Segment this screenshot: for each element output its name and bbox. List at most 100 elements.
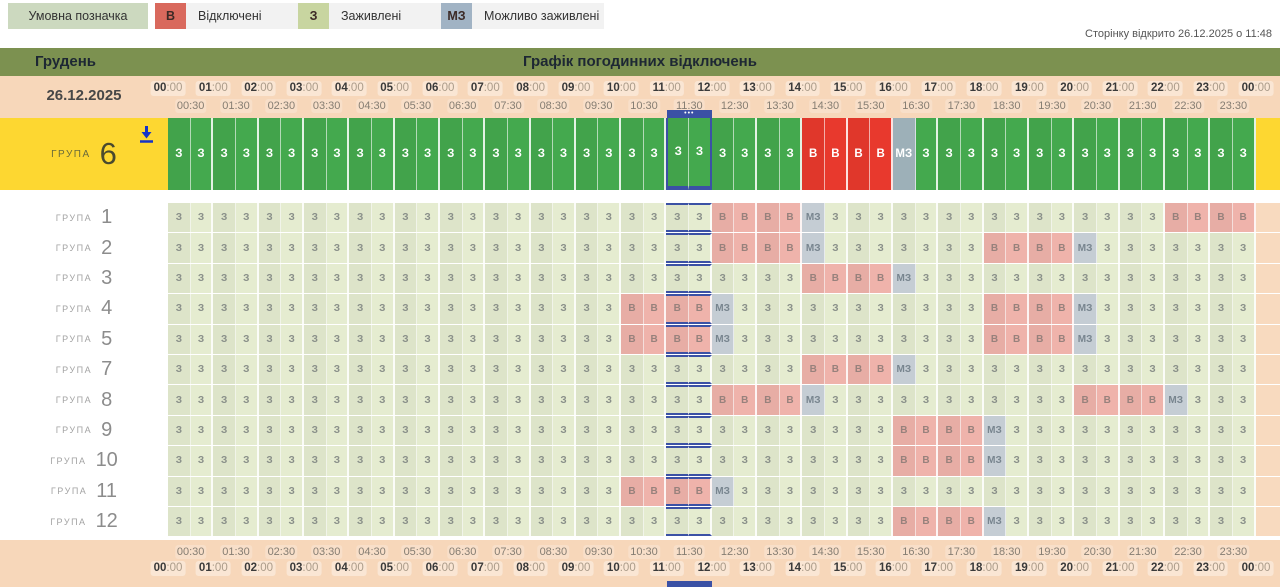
date-label: 26.12.2025 xyxy=(0,87,168,104)
slot-cell: З xyxy=(372,355,395,384)
group-row-5: ГРУПА5ЗЗЗЗЗЗЗЗЗЗЗЗЗЗЗЗЗЗЗЗВВВВМЗЗЗЗЗЗЗЗЗ… xyxy=(0,325,1280,354)
slot-cell: З xyxy=(621,355,644,384)
slot-cell: З xyxy=(757,118,780,190)
slot-cell: З xyxy=(598,264,621,293)
slot-cell: З xyxy=(1097,118,1120,190)
slot-cell: З xyxy=(304,446,327,475)
hour-label: 01:00 xyxy=(196,561,231,576)
slot-cell: З xyxy=(236,385,259,414)
slot-cell: В xyxy=(780,385,803,414)
group-label-4: ГРУПА4 xyxy=(0,294,168,323)
slot-cell: З xyxy=(666,416,689,445)
slot-cell: З xyxy=(213,203,236,232)
slot-cell: З xyxy=(168,416,191,445)
slot-cell: З xyxy=(1029,385,1052,414)
hour-label: 00:00 xyxy=(1239,561,1274,576)
slot-cell: З xyxy=(1052,118,1075,190)
slot-cell: З xyxy=(508,385,531,414)
slot-cell: З xyxy=(1097,264,1120,293)
slot-cell: З xyxy=(870,294,893,323)
slot-cell: З xyxy=(440,446,463,475)
slot-cell: З xyxy=(1074,477,1097,506)
slot-cell: З xyxy=(644,233,667,262)
group-row-7: ГРУПА7ЗЗЗЗЗЗЗЗЗЗЗЗЗЗЗЗЗЗЗЗЗЗЗЗЗЗЗЗВВВВМЗ… xyxy=(0,355,1280,384)
slot-cell: З xyxy=(168,325,191,354)
slot-cell: В xyxy=(802,355,825,384)
slot-cell: З xyxy=(349,325,372,354)
slot-cell: З xyxy=(508,203,531,232)
slot-cell: З xyxy=(598,294,621,323)
slot-cell: В xyxy=(825,264,848,293)
hour-label: 01:00 xyxy=(196,81,231,96)
half-hour-label: 10:30 xyxy=(628,99,660,113)
slot-cell: З xyxy=(1188,477,1211,506)
slot-cell: З xyxy=(1097,446,1120,475)
slot-cell: З xyxy=(848,233,871,262)
slot-cell: З xyxy=(463,233,486,262)
slot-cell: В xyxy=(757,385,780,414)
slot-cell: З xyxy=(191,233,214,262)
slot-cell: З xyxy=(1210,507,1233,536)
group-word: ГРУПА xyxy=(56,304,92,314)
slot-cell: З xyxy=(508,264,531,293)
slot-cell: З xyxy=(168,507,191,536)
slot-cell: З xyxy=(281,477,304,506)
slot-cell: З xyxy=(893,477,916,506)
slot-cell: З xyxy=(666,355,689,384)
group-cells: ЗЗЗЗЗЗЗЗЗЗЗЗЗЗЗЗЗЗЗЗЗЗЗЗВВВВМЗЗЗЗЗЗЗЗЗЗЗ… xyxy=(168,385,1256,414)
slot-cell: В xyxy=(848,118,871,190)
slot-cell: В xyxy=(870,118,893,190)
slot-cell: З xyxy=(1006,507,1029,536)
slot-cell: З xyxy=(463,385,486,414)
download-icon[interactable] xyxy=(138,125,155,149)
slot-cell: З xyxy=(802,477,825,506)
hour-label: 18:00 xyxy=(967,561,1002,576)
slot-cell: В xyxy=(644,477,667,506)
slot-cell: З xyxy=(1210,416,1233,445)
slot-cell: В xyxy=(984,233,1007,262)
half-hour-label: 00:30 xyxy=(175,545,207,559)
slot-cell: З xyxy=(1142,264,1165,293)
slot-cell: З xyxy=(259,118,282,190)
slot-cell: З xyxy=(395,416,418,445)
slot-cell: З xyxy=(802,446,825,475)
slot-cell: З xyxy=(961,477,984,506)
slot-cell: З xyxy=(1006,446,1029,475)
group-number: 11 xyxy=(96,480,117,503)
slot-cell: З xyxy=(1142,118,1165,190)
slot-cell: З xyxy=(168,233,191,262)
group-label-1: ГРУПА1 xyxy=(0,203,168,232)
slot-cell: З xyxy=(1006,416,1029,445)
slot-cell: З xyxy=(780,355,803,384)
slot-cell: З xyxy=(327,416,350,445)
slot-cell: З xyxy=(757,294,780,323)
slot-cell: З xyxy=(1233,294,1256,323)
slot-cell: З xyxy=(1052,446,1075,475)
slot-cell: З xyxy=(1188,325,1211,354)
slot-cell: З xyxy=(961,264,984,293)
slot-cell: З xyxy=(440,203,463,232)
hour-label: 11:00 xyxy=(650,81,684,96)
slot-cell: В xyxy=(916,507,939,536)
slot-cell: З xyxy=(961,385,984,414)
half-hour-label: 01:30 xyxy=(220,99,252,113)
slot-cell: З xyxy=(259,507,282,536)
slot-cell: З xyxy=(485,203,508,232)
hour-label: 22:00 xyxy=(1148,561,1183,576)
slot-cell: З xyxy=(1029,416,1052,445)
slot-cell: З xyxy=(485,477,508,506)
slot-cell: З xyxy=(938,325,961,354)
slot-cell: В xyxy=(802,264,825,293)
slot-cell: З xyxy=(938,264,961,293)
hour-label: 16:00 xyxy=(876,81,911,96)
half-hour-label: 05:30 xyxy=(402,545,434,559)
slot-cell: З xyxy=(802,507,825,536)
slot-cell: З xyxy=(644,203,667,232)
slot-cell: З xyxy=(1233,446,1256,475)
slot-cell: З xyxy=(1165,294,1188,323)
half-hour-label: 08:30 xyxy=(538,545,570,559)
half-hour-label: 19:30 xyxy=(1036,99,1068,113)
slot-cell: З xyxy=(666,507,689,536)
hour-label: 04:00 xyxy=(332,81,367,96)
half-hour-label: 14:30 xyxy=(810,99,842,113)
